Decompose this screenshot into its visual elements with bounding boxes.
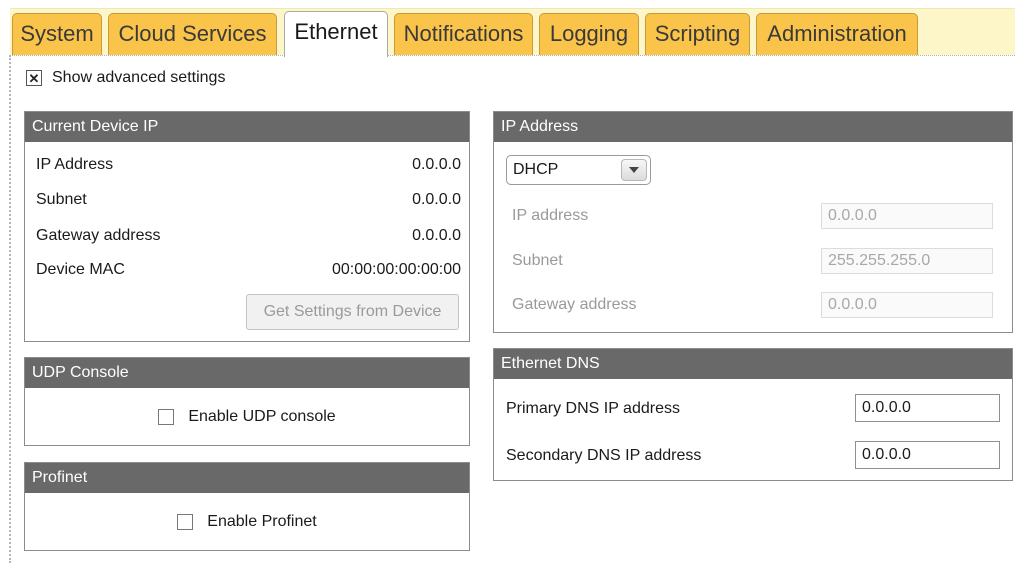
primary-dns-label: Primary DNS IP address	[506, 400, 680, 417]
tab-system[interactable]: System	[12, 13, 102, 55]
static-ip-address-field[interactable]	[821, 203, 993, 229]
show-advanced-checkbox[interactable]: ✕	[26, 70, 42, 86]
static-gateway-label: Gateway address	[512, 296, 637, 313]
row-value: 00:00:00:00:00:00	[331, 261, 461, 278]
current-subnet-row: Subnet 0.0.0.0	[36, 191, 461, 209]
primary-dns-field[interactable]	[855, 394, 1000, 422]
tab-cloud-services[interactable]: Cloud Services	[108, 13, 277, 55]
show-advanced-label: Show advanced settings	[52, 69, 226, 86]
tab-logging[interactable]: Logging	[539, 13, 639, 55]
ethernet-dns-panel: Ethernet DNS Primary DNS IP address Seco…	[493, 348, 1013, 481]
tab-ethernet[interactable]: Ethernet	[284, 11, 388, 57]
tab-bar: System Cloud Services Ethernet Notificat…	[0, 0, 1015, 57]
current-ip-row: IP Address 0.0.0.0	[36, 156, 461, 174]
enable-udp-console-checkbox[interactable]	[158, 409, 175, 425]
panel-title: UDP Console	[25, 358, 469, 388]
panel-title: Ethernet DNS	[494, 349, 1012, 379]
get-settings-from-device-button[interactable]: Get Settings from Device	[246, 294, 459, 330]
row-label: Device MAC	[36, 261, 125, 278]
static-subnet-label: Subnet	[512, 252, 563, 269]
ip-mode-selected-value: DHCP	[513, 161, 559, 178]
tab-administration[interactable]: Administration	[756, 13, 918, 55]
tab-scripting[interactable]: Scripting	[645, 13, 750, 55]
current-gateway-row: Gateway address 0.0.0.0	[36, 227, 461, 245]
static-subnet-field[interactable]	[821, 248, 993, 274]
current-mac-row: Device MAC 00:00:00:00:00:00	[36, 261, 461, 279]
show-advanced-settings-row[interactable]: ✕ Show advanced settings	[26, 69, 225, 87]
static-ip-address-label: IP address	[512, 207, 589, 224]
panel-title: Profinet	[25, 463, 469, 493]
row-label: Subnet	[36, 191, 87, 208]
enable-udp-console-label: Enable UDP console	[188, 408, 336, 425]
panel-title: Current Device IP	[25, 112, 469, 142]
secondary-dns-label: Secondary DNS IP address	[506, 447, 702, 464]
static-gateway-field[interactable]	[821, 292, 993, 318]
row-value: 0.0.0.0	[412, 191, 461, 208]
enable-udp-console-row[interactable]: Enable UDP console	[25, 408, 469, 426]
current-device-ip-panel: Current Device IP IP Address 0.0.0.0 Sub…	[24, 111, 470, 342]
row-label: Gateway address	[36, 227, 161, 244]
chevron-down-icon[interactable]	[621, 159, 647, 181]
enable-profinet-row[interactable]: Enable Profinet	[25, 513, 469, 531]
enable-profinet-label: Enable Profinet	[207, 513, 317, 530]
row-value: 0.0.0.0	[412, 227, 461, 244]
secondary-dns-field[interactable]	[855, 441, 1000, 469]
enable-profinet-checkbox[interactable]	[177, 514, 194, 530]
panel-title: IP Address	[494, 112, 1012, 142]
profinet-panel: Profinet Enable Profinet	[24, 462, 470, 551]
udp-console-panel: UDP Console Enable UDP console	[24, 357, 470, 446]
row-value: 0.0.0.0	[412, 156, 461, 173]
row-label: IP Address	[36, 156, 114, 173]
ip-mode-select[interactable]: DHCP	[506, 155, 651, 185]
tab-notifications[interactable]: Notifications	[394, 13, 533, 55]
ip-address-panel: IP Address DHCP IP address Subnet Gatewa…	[493, 111, 1013, 333]
